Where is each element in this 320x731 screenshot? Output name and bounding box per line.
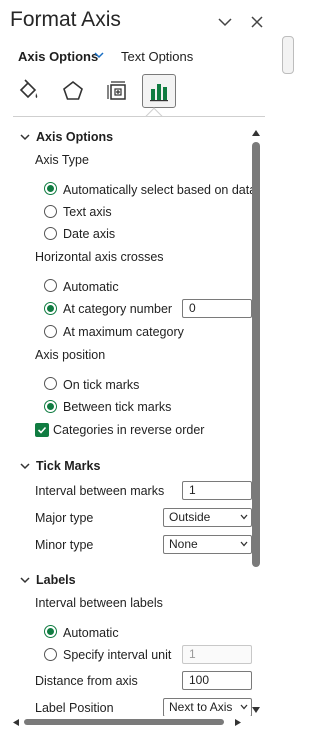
radio-text-axis-label[interactable]: Text axis <box>63 205 112 219</box>
radio-between-tick-marks[interactable] <box>44 400 57 413</box>
size-properties-icon <box>107 81 126 100</box>
minor-type-label: Minor type <box>35 538 94 552</box>
radio-on-tick-marks[interactable] <box>44 377 57 390</box>
radio-category-number[interactable] <box>44 302 57 315</box>
chevron-down-icon <box>218 18 232 27</box>
interval-unit-input[interactable]: 1 <box>182 645 252 664</box>
size-properties-tab[interactable] <box>100 74 134 108</box>
chevron-down-icon[interactable] <box>20 575 30 585</box>
chevron-down-icon <box>240 514 248 520</box>
radio-crosses-automatic[interactable] <box>44 279 57 292</box>
radio-labels-automatic-label[interactable]: Automatic <box>63 626 119 640</box>
crosses-label: Horizontal axis crosses <box>35 250 164 264</box>
radio-between-tick-marks-label[interactable]: Between tick marks <box>63 400 171 414</box>
scroll-right-icon[interactable] <box>234 718 242 727</box>
minor-type-value: None <box>169 537 198 551</box>
major-type-value: Outside <box>169 510 211 524</box>
label-position-value: Next to Axis <box>169 700 233 714</box>
radio-crosses-automatic-label[interactable]: Automatic <box>63 280 119 294</box>
distance-input[interactable]: 100 <box>182 671 252 690</box>
fill-line-tab[interactable] <box>12 74 46 108</box>
close-button[interactable] <box>248 13 266 31</box>
divider <box>13 116 265 117</box>
interval-labels-label: Interval between labels <box>35 596 163 610</box>
tab-text-options[interactable]: Text Options <box>121 49 193 64</box>
scroll-up-icon[interactable] <box>251 128 261 137</box>
axis-position-label: Axis position <box>35 348 106 362</box>
paint-bucket-icon <box>19 79 38 99</box>
reverse-order-checkbox[interactable] <box>35 423 49 437</box>
section-axis-options[interactable]: Axis Options <box>36 130 113 144</box>
effects-tab[interactable] <box>56 74 90 108</box>
vertical-scrollbar[interactable] <box>250 128 262 715</box>
scroll-left-icon[interactable] <box>12 718 20 727</box>
minor-type-select[interactable]: None <box>163 535 252 554</box>
pentagon-icon <box>63 80 83 100</box>
chevron-down-icon[interactable] <box>20 461 30 471</box>
scroll-down-icon[interactable] <box>251 706 261 715</box>
chevron-down-icon <box>240 704 248 710</box>
distance-label: Distance from axis <box>35 674 138 688</box>
pane-title: Format Axis <box>10 8 121 31</box>
section-labels[interactable]: Labels <box>36 573 76 587</box>
radio-auto-select-label[interactable]: Automatically select based on data <box>63 183 252 197</box>
label-position-label: Label Position <box>35 701 114 715</box>
vertical-scroll-thumb[interactable] <box>252 142 260 567</box>
close-icon <box>251 16 263 28</box>
radio-specify-interval-label[interactable]: Specify interval unit <box>63 648 171 662</box>
radio-category-number-label[interactable]: At category number <box>63 302 172 316</box>
category-number-input[interactable]: 0 <box>182 299 252 318</box>
axis-type-label: Axis Type <box>35 153 89 167</box>
radio-specify-interval[interactable] <box>44 648 57 661</box>
chevron-down-icon[interactable] <box>20 132 30 142</box>
radio-date-axis[interactable] <box>44 227 57 240</box>
interval-marks-input[interactable]: 1 <box>182 481 252 500</box>
axis-options-tab[interactable] <box>142 74 176 108</box>
reverse-order-label[interactable]: Categories in reverse order <box>53 423 204 437</box>
major-type-select[interactable]: Outside <box>163 508 252 527</box>
checkmark-icon <box>37 426 47 434</box>
radio-on-tick-marks-label[interactable]: On tick marks <box>63 378 139 392</box>
bar-chart-icon <box>150 84 168 102</box>
section-tick-marks[interactable]: Tick Marks <box>36 459 100 473</box>
radio-date-axis-label[interactable]: Date axis <box>63 227 115 241</box>
horizontal-scroll-thumb[interactable] <box>24 719 224 725</box>
interval-marks-label: Interval between marks <box>35 484 165 498</box>
chevron-down-icon[interactable] <box>94 51 104 59</box>
pane-options-button[interactable] <box>216 13 234 31</box>
label-position-select[interactable]: Next to Axis <box>163 698 252 716</box>
chevron-down-icon <box>240 541 248 547</box>
pane-edge-handle[interactable] <box>282 36 294 74</box>
major-type-label: Major type <box>35 511 94 525</box>
radio-labels-automatic[interactable] <box>44 625 57 638</box>
tab-axis-options[interactable]: Axis Options <box>18 49 98 64</box>
horizontal-scrollbar[interactable] <box>10 716 250 728</box>
radio-maximum-category[interactable] <box>44 325 57 338</box>
radio-text-axis[interactable] <box>44 205 57 218</box>
radio-auto-select[interactable] <box>44 182 57 195</box>
radio-maximum-category-label[interactable]: At maximum category <box>63 325 184 339</box>
options-content: Axis Options Axis Type Automatically sel… <box>0 122 252 716</box>
